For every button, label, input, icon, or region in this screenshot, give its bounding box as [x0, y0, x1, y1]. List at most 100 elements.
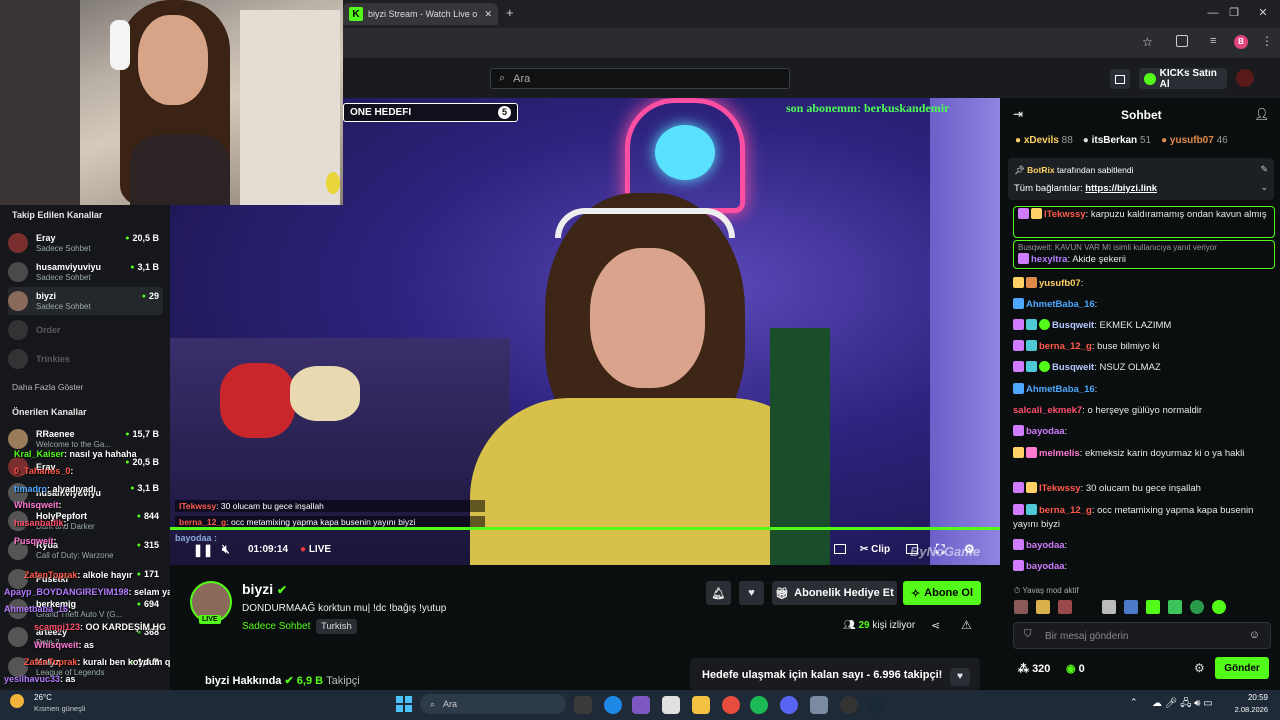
report-icon[interactable]: ⚠ [961, 618, 972, 632]
kicks-balance[interactable]: ◉ 0 [1066, 662, 1085, 675]
clock-time[interactable]: 20:59 [1218, 693, 1268, 702]
chevron-down-icon[interactable]: ⌄ [1260, 182, 1268, 193]
chat-message-reply[interactable]: Busqweit: KAVUN VAR MI isimli kullanıcıy… [1013, 240, 1275, 269]
chat-message[interactable]: bayodaa: [1013, 560, 1275, 574]
user-avatar[interactable] [1236, 69, 1254, 87]
chat-message[interactable]: yusufb07: [1013, 277, 1275, 291]
gaming-chair [0, 0, 80, 205]
chat-users-icon[interactable]: 👤︎ [1254, 107, 1269, 121]
browser-menu-icon[interactable]: ⋮ [1261, 34, 1273, 48]
channel-name[interactable]: biyzi ✔ [242, 581, 287, 597]
taskview-icon[interactable] [574, 696, 592, 714]
discord-icon[interactable] [780, 696, 798, 714]
tray-icons[interactable]: ☁ 🎤︎ 🖧 🔊︎ ▭ [1152, 696, 1213, 713]
chat-message[interactable]: bayodaa: [1013, 425, 1275, 439]
followed-channel-item-offline[interactable]: Order [8, 316, 163, 344]
search-input[interactable]: ⌕ Ara [490, 68, 790, 89]
pinned-link[interactable]: https://biyzi.link [1085, 183, 1157, 194]
chrome-icon[interactable] [722, 696, 740, 714]
spotify-icon[interactable] [750, 696, 768, 714]
chat-message[interactable]: berna_12_g: buse bilmiyo ki [1013, 340, 1275, 354]
chat-settings-icon[interactable]: ⚙ [1194, 661, 1205, 675]
chat-message[interactable]: bayodaa: [1013, 539, 1275, 553]
clock-icon: ⏱︎ [1014, 586, 1021, 595]
top-gifter[interactable]: ● itsBerkan 51 [1083, 135, 1151, 146]
heart-icon: ♥ [748, 587, 755, 599]
video-progress-bar[interactable] [170, 527, 1000, 530]
category-link[interactable]: Sadece Sohbet [242, 621, 310, 632]
follow-heart-button[interactable]: ♥ [739, 581, 764, 605]
chat-input[interactable]: ⛉ Bir mesaj gönderin ☺ [1013, 622, 1271, 649]
browser-tab[interactable]: K biyzi Stream - Watch Live o ✕ [343, 3, 498, 25]
kitchen-cabinet [240, 10, 340, 205]
onscreen-chat-line: ITekwssy: 30 olucam bu gece inşallah [175, 500, 485, 512]
layout-toggle-button[interactable] [1110, 69, 1130, 89]
profile-avatar[interactable]: B [1234, 35, 1248, 49]
heart-icon[interactable]: ♥ [950, 668, 970, 686]
new-tab-button[interactable]: + [506, 5, 514, 20]
maximize-button[interactable]: ❐ [1219, 4, 1249, 22]
last-sub-overlay: son abonemm: berkuskandemir [786, 101, 950, 115]
subscribe-button[interactable]: ✧ Abone Ol [903, 581, 981, 605]
gift-subscription-button[interactable]: 🎁︎ Abonelik Hediye Et [772, 581, 897, 605]
chat-message[interactable]: salcali_ekmek7: o herşeye gülüyo normald… [1013, 404, 1275, 418]
close-tab-icon[interactable]: ✕ [484, 9, 492, 20]
chat-message[interactable]: AhmetBaba_16: [1013, 298, 1275, 312]
weather-desc: Kısmen güneşli [34, 704, 86, 713]
followed-channel-item-active[interactable]: biyziSadece Sohbet 29 [8, 287, 163, 315]
language-tag[interactable]: Turkish [316, 619, 357, 634]
top-gifters-bar: ● xDevils 88 ● itsBerkan 51 ● yusufb07 4… [1015, 135, 1228, 146]
emoji-icon[interactable]: ☺ [1249, 629, 1260, 641]
close-window-button[interactable]: ✕ [1248, 4, 1278, 22]
obs-icon[interactable] [840, 696, 858, 714]
extensions-icon[interactable] [1176, 35, 1188, 47]
steam-icon[interactable] [868, 696, 886, 714]
windows-start-icon[interactable] [396, 696, 412, 712]
app-icon[interactable] [810, 696, 828, 714]
channel-points[interactable]: ⁂ 320 [1018, 662, 1050, 675]
taskbar-search[interactable]: ⌕ Ara [420, 694, 566, 714]
chat-message-highlighted[interactable]: ITekwssy: karpuzu kaldıramamış ondan kav… [1013, 206, 1275, 238]
pinned-message[interactable]: 📌︎ BotRix tarafından sabitlendi Tüm bağl… [1008, 158, 1274, 200]
top-gifter[interactable]: ● xDevils 88 [1015, 135, 1073, 146]
weather-icon [10, 694, 24, 708]
chat-message[interactable]: ITekwssy: 30 olucam bu gece inşallah [1013, 482, 1275, 496]
followed-channel-item[interactable]: EraySadece Sohbet 20,5 B [8, 229, 163, 257]
chat-message[interactable]: melmelis: ekmeksiz karin doyurmaz ki o y… [1013, 447, 1275, 461]
share-icon[interactable]: ⋖ [931, 619, 940, 632]
tray-chevron-icon[interactable]: ⌃ [1130, 697, 1138, 708]
edge-icon[interactable] [604, 696, 622, 714]
chat-message[interactable]: berna_12_g: occ metamixing yapma kapa bu… [1013, 504, 1275, 532]
mute-icon[interactable]: 🔇︎ [222, 542, 230, 557]
top-gifter[interactable]: ● yusufb07 46 [1161, 135, 1228, 146]
weather-temp[interactable]: 26°C [34, 693, 52, 702]
clip-button[interactable]: ✂ Clip [860, 544, 890, 555]
webcam-overlay [0, 0, 343, 205]
bookmark-star-icon[interactable]: ☆ [1142, 35, 1153, 49]
buy-kicks-button[interactable]: KICKs Satın Al [1139, 68, 1227, 90]
verified-icon: ✔ [284, 675, 294, 687]
theater-mode-icon[interactable] [834, 544, 846, 554]
streamer-top [130, 135, 230, 205]
followed-channel-item-offline[interactable]: Trinkies [8, 345, 163, 373]
send-button[interactable]: Gönder [1215, 657, 1269, 679]
chat-message[interactable]: Busqweit: EKMEK LAZIMM [1013, 319, 1275, 333]
kick-favicon-icon: K [349, 7, 363, 21]
headphones [555, 208, 735, 238]
collapse-chat-icon[interactable]: ⇥ [1013, 107, 1023, 121]
pause-icon[interactable]: ❚❚ [193, 543, 213, 557]
followed-channel-item[interactable]: husamviyuviyuSadece Sohbet 3,1 B [8, 258, 163, 286]
show-more-link[interactable]: Daha Fazla Göster [12, 382, 83, 392]
chat-message[interactable]: AhmetBaba_16: [1013, 383, 1275, 397]
notification-bell-button[interactable]: 🔔︎ [706, 581, 731, 605]
media-control-icon[interactable]: ≡ [1210, 35, 1216, 47]
store-icon[interactable] [662, 696, 680, 714]
chat-message[interactable]: Busqweit: NSUZ OLMAZ [1013, 361, 1275, 375]
copilot-icon[interactable] [632, 696, 650, 714]
shield-icon: ⛉ [1024, 629, 1032, 640]
unpin-icon[interactable]: ✎ [1260, 164, 1268, 175]
file-explorer-icon[interactable] [692, 696, 710, 714]
emote-bar[interactable] [1014, 600, 1270, 616]
slow-mode-notice: ⏱︎ Yavaş mod aktif [1014, 586, 1079, 595]
live-indicator: ● LIVE [300, 544, 332, 555]
